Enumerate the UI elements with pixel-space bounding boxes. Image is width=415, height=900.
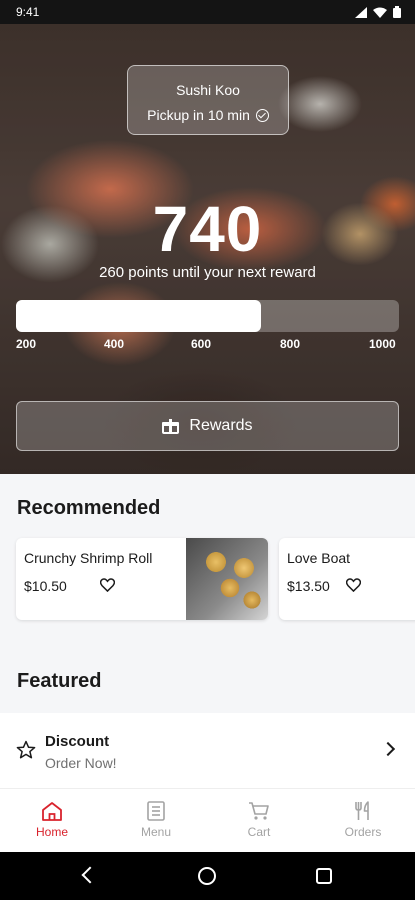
battery-icon — [393, 6, 401, 18]
utensils-icon — [355, 801, 369, 820]
tab-label: Orders — [344, 825, 382, 839]
hero-banner: Sushi Koo Pickup in 10 min 740 260 point… — [0, 24, 415, 474]
progress-tick: 200 — [16, 337, 37, 351]
bottom-tab-bar: Home Menu Cart Orders — [0, 788, 415, 852]
tab-label: Menu — [140, 825, 172, 839]
tab-orders[interactable]: Orders — [311, 789, 415, 853]
pickup-info: Pickup in 10 min — [128, 107, 288, 123]
home-icon — [42, 802, 62, 821]
cart-icon — [249, 802, 269, 820]
chevron-right-icon — [380, 741, 396, 757]
menu-icon — [147, 801, 165, 821]
tab-cart[interactable]: Cart — [207, 789, 311, 853]
featured-item-subtitle: Order Now! — [45, 755, 117, 771]
recommended-title: Recommended — [17, 497, 161, 519]
points-value: 740 — [152, 193, 263, 265]
featured-item-title: Discount — [45, 733, 110, 750]
heart-icon[interactable] — [100, 578, 115, 592]
back-icon[interactable] — [81, 866, 99, 884]
heart-icon[interactable] — [346, 578, 361, 592]
signal-icon — [355, 6, 367, 18]
status-bar: 9:41 — [0, 0, 415, 24]
recommended-item[interactable]: Love Boat $13.50 — [279, 538, 415, 620]
check-circle-icon — [255, 108, 269, 122]
rewards-button-label: Rewards — [189, 417, 253, 434]
featured-item[interactable]: Discount Order Now! — [0, 713, 415, 788]
system-nav-bar — [0, 852, 415, 900]
recommended-item[interactable]: Crunchy Shrimp Roll $10.50 — [16, 538, 268, 620]
tab-menu[interactable]: Menu — [104, 789, 208, 853]
progress-tick: 800 — [280, 337, 301, 351]
rewards-button[interactable]: Rewards — [16, 401, 399, 451]
store-name: Sushi Koo — [176, 82, 240, 98]
progress-tick: 400 — [104, 337, 125, 351]
points-progress-bar — [16, 300, 399, 332]
gift-icon — [162, 418, 180, 434]
star-icon — [16, 740, 36, 759]
store-selector[interactable]: Sushi Koo Pickup in 10 min — [127, 65, 289, 135]
status-icons — [355, 6, 401, 18]
progress-tick: 1000 — [369, 337, 396, 351]
item-name: Crunchy Shrimp Roll — [24, 550, 153, 566]
recent-apps-icon[interactable] — [316, 868, 332, 884]
points-subtitle: 260 points until your next reward — [99, 264, 316, 281]
item-name: Love Boat — [287, 550, 351, 566]
featured-title: Featured — [17, 670, 102, 692]
points-progress-fill — [16, 300, 262, 332]
tab-home[interactable]: Home — [0, 789, 104, 853]
home-circle-icon[interactable] — [198, 867, 216, 885]
tab-label: Home — [35, 825, 68, 839]
item-image — [186, 538, 268, 620]
tab-label: Cart — [247, 825, 271, 839]
item-price: $10.50 — [24, 578, 67, 594]
pickup-text: Pickup in 10 min — [147, 107, 250, 123]
wifi-icon — [373, 7, 387, 18]
status-time: 9:41 — [16, 5, 40, 19]
progress-tick: 600 — [191, 337, 212, 351]
item-price: $13.50 — [287, 578, 330, 594]
